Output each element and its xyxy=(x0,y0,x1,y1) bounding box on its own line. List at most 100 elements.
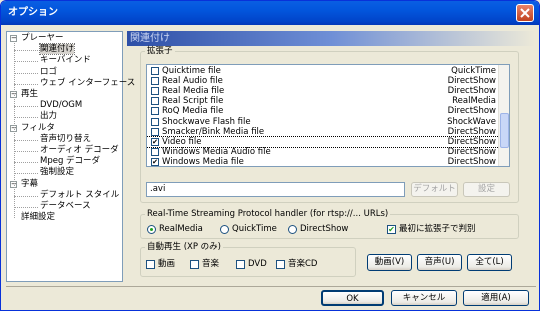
associate-all-button[interactable]: 全て(L) xyxy=(467,254,512,271)
options-window: オプション − プレーヤー 関連付け キーバインド ロゴ ウェブ インターフェース − 再生 D… xyxy=(0,0,540,311)
tree-connector xyxy=(14,50,38,52)
tree-item[interactable]: DVD/OGM xyxy=(40,100,82,111)
detect-extension-checkbox[interactable]: ✔ xyxy=(387,225,396,234)
tree-connector xyxy=(14,195,38,197)
extension-checkbox[interactable]: ✔ xyxy=(151,157,159,166)
autoplay-music-label: 音楽 xyxy=(202,259,220,269)
title-bar: オプション xyxy=(1,1,539,25)
tree-item[interactable]: Mpeg デコーダ xyxy=(40,156,100,167)
autoplay-video-checkbox[interactable] xyxy=(146,260,155,269)
tree-connector xyxy=(14,162,38,164)
tree-item[interactable]: ウェブ インターフェース xyxy=(40,78,135,89)
settings-tree[interactable]: − プレーヤー 関連付け キーバインド ロゴ ウェブ インターフェース − 再生 DVD/OGM… xyxy=(6,31,135,282)
settings-button[interactable]: 設定 xyxy=(463,182,510,197)
extension-list[interactable]: ✔ Windows Media file DirectShow Windows Med… xyxy=(146,64,510,167)
tree-item-label: データベース xyxy=(40,201,91,211)
close-icon xyxy=(520,8,530,18)
extension-input[interactable]: .avi xyxy=(146,182,405,197)
tree-item-label: 再生 xyxy=(21,89,39,99)
extension-handler: DirectShow xyxy=(447,86,496,97)
tree-connector xyxy=(14,207,38,208)
tree-item-label: 関連付け xyxy=(38,43,76,56)
tree-item[interactable]: キーバインド xyxy=(40,55,91,66)
rtsp-radio-quicktime[interactable] xyxy=(220,225,229,234)
autoplay-group-label: 自動再生 (XP のみ) xyxy=(145,242,223,252)
tree-connector xyxy=(14,151,38,152)
list-item[interactable]: Quicktime file QuickTime xyxy=(147,66,499,76)
tree-item[interactable]: データベース xyxy=(40,201,91,212)
list-item[interactable]: Shockwave Flash file ShockWave xyxy=(147,117,499,127)
list-item[interactable]: Real Script file RealMedia xyxy=(147,96,499,106)
apply-button[interactable]: 適用(A) xyxy=(463,290,529,306)
close-button[interactable] xyxy=(516,4,534,22)
autoplay-dvd-checkbox[interactable] xyxy=(236,260,245,269)
rtsp-label-realmedia: RealMedia xyxy=(159,224,203,234)
page-title: 関連付け xyxy=(127,31,535,46)
associate-audio-button[interactable]: 音声(U) xyxy=(417,254,462,271)
tree-item[interactable]: 強制設定 xyxy=(40,167,74,178)
tree-item[interactable]: フィルタ xyxy=(21,123,55,134)
default-button[interactable]: デフォルト xyxy=(411,182,458,197)
detect-extension-label: 最初に拡張子で判別 xyxy=(399,224,476,234)
extension-name: Windows Media file xyxy=(162,156,244,167)
tree-item[interactable]: 詳細設定 xyxy=(21,212,55,223)
extension-name: Real Audio file xyxy=(162,76,223,87)
tree-item[interactable]: デフォルト スタイル xyxy=(40,190,119,201)
autoplay-audiocd-checkbox[interactable] xyxy=(276,260,285,269)
extension-handler: DirectShow xyxy=(447,136,496,147)
extension-name: Real Script file xyxy=(162,96,224,107)
tree-item[interactable]: 字幕 xyxy=(21,179,38,190)
tree-item-label: ウェブ インターフェース xyxy=(40,77,136,88)
extension-checkbox[interactable]: ✔ xyxy=(151,137,159,146)
extension-checkbox[interactable] xyxy=(151,117,159,126)
tree-item[interactable]: ロゴ xyxy=(40,67,57,78)
extension-handler: RealMedia xyxy=(452,96,496,107)
associate-video-button[interactable]: 動画(V) xyxy=(367,254,412,271)
rtsp-radio-realmedia[interactable] xyxy=(147,225,156,234)
list-item[interactable]: ✔ Video file DirectShow xyxy=(147,135,500,148)
cancel-button[interactable]: キャンセル xyxy=(391,290,457,306)
autoplay-video-label: 動画 xyxy=(158,259,176,269)
list-item[interactable]: Real Audio file DirectShow xyxy=(147,76,499,86)
extension-checkbox[interactable] xyxy=(151,97,159,106)
autoplay-music-checkbox[interactable] xyxy=(190,260,199,269)
footer-separator xyxy=(6,286,536,287)
tree-item-label: プレーヤー xyxy=(21,33,64,43)
extension-checkbox[interactable] xyxy=(151,67,159,75)
extension-name: Shockwave Flash file xyxy=(162,116,251,127)
autoplay-audiocd-label: 音楽CD xyxy=(288,259,318,269)
extension-name: RoQ Media file xyxy=(162,106,224,117)
rtsp-radio-directshow[interactable] xyxy=(288,225,297,234)
list-scrollbar[interactable] xyxy=(498,65,509,166)
extension-name: Real Media file xyxy=(162,86,225,97)
list-item[interactable]: RoQ Media file DirectShow xyxy=(147,106,499,116)
tree-item-label: 音声切り替え xyxy=(40,133,92,144)
tree-item[interactable]: 出力 xyxy=(40,111,57,122)
ok-button[interactable]: OK xyxy=(321,290,384,306)
tree-item-label: フィルタ xyxy=(21,122,55,133)
tree-item-label: 詳細設定 xyxy=(21,212,56,223)
extension-name: Video file xyxy=(162,136,202,147)
extension-checkbox[interactable] xyxy=(151,147,159,156)
tree-item[interactable]: 再生 xyxy=(21,89,38,100)
tree-connector xyxy=(14,139,38,141)
extension-handler: DirectShow xyxy=(447,146,496,157)
extension-handler: DirectShow xyxy=(447,156,496,167)
tree-item[interactable]: 音声切り替え xyxy=(40,134,91,145)
extension-handler: QuickTime xyxy=(451,66,496,76)
list-item[interactable]: ✔ Windows Media file DirectShow xyxy=(147,156,499,167)
list-item[interactable]: Windows Media Audio file DirectShow xyxy=(147,147,499,157)
extension-handler: DirectShow xyxy=(447,76,496,87)
tree-connector xyxy=(14,83,38,85)
tree-item[interactable]: オーディオ デコーダ xyxy=(40,145,119,156)
scrollbar-thumb[interactable] xyxy=(500,113,509,148)
extension-checkbox[interactable] xyxy=(151,87,159,96)
list-item[interactable]: Smacker/Bink Media file DirectShow xyxy=(147,127,499,137)
extension-checkbox[interactable] xyxy=(151,127,159,136)
rtsp-label-directshow: DirectShow xyxy=(300,224,349,234)
tree-item[interactable]: プレーヤー xyxy=(21,33,64,44)
tree-item[interactable]: 関連付け xyxy=(38,43,76,56)
extension-checkbox[interactable] xyxy=(151,107,159,116)
extension-checkbox[interactable] xyxy=(151,77,159,86)
list-item[interactable]: Real Media file DirectShow xyxy=(147,86,499,96)
